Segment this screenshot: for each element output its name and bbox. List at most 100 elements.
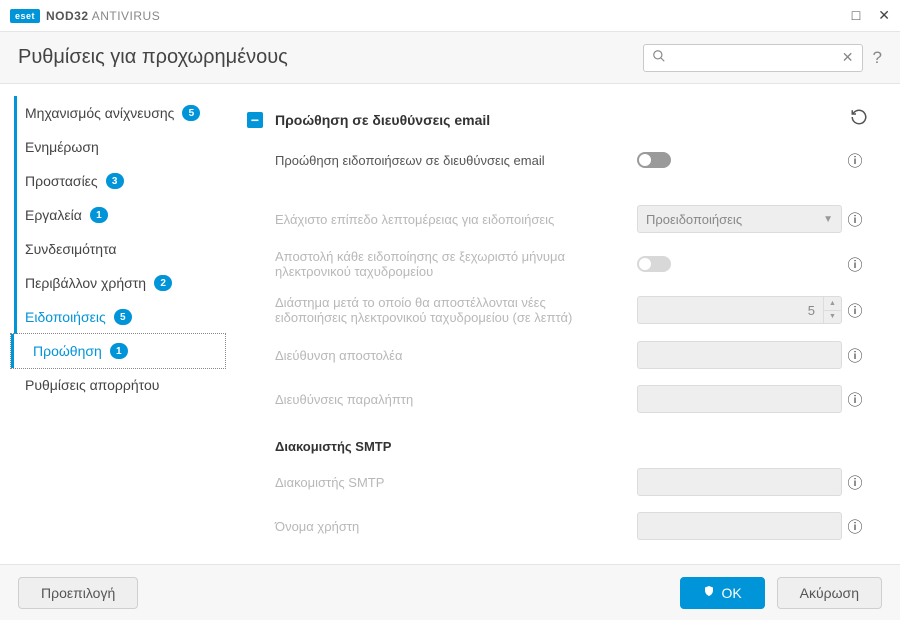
row-smtp-password: Κωδικός πρόσβασης ⓘ — [239, 548, 876, 553]
sidebar-item-connectivity[interactable]: Συνδεσιμότητα — [14, 232, 225, 266]
info-icon[interactable]: ⓘ — [842, 254, 868, 275]
brand-badge: eset — [10, 9, 40, 23]
ok-button[interactable]: OK — [680, 577, 764, 609]
row-smtp-server: Διακομιστής SMTP ⓘ — [239, 460, 876, 504]
search-icon — [652, 49, 666, 66]
sidebar-item-label: Περιβάλλον χρήστη — [25, 275, 146, 291]
sidebar-item-ui[interactable]: Περιβάλλον χρήστη 2 — [14, 266, 225, 300]
row-control — [637, 256, 842, 272]
sidebar-item-label: Προστασίες — [25, 173, 98, 189]
sidebar-item-label: Μηχανισμός ανίχνευσης — [25, 105, 174, 121]
sidebar-item-forwarding[interactable]: Προώθηση 1 — [11, 334, 225, 368]
sidebar: Μηχανισμός ανίχνευσης 5 Ενημέρωση Προστα… — [0, 84, 225, 564]
spinner-up-icon[interactable]: ▲ — [824, 297, 841, 311]
info-icon[interactable]: ⓘ — [842, 209, 868, 230]
input-smtp-server — [637, 468, 842, 496]
sidebar-item-update[interactable]: Ενημέρωση — [14, 130, 225, 164]
section-header: − Προώθηση σε διευθύνσεις email — [239, 98, 876, 141]
maximize-icon[interactable]: □ — [852, 7, 860, 24]
input-recipient-address — [637, 385, 842, 413]
footer-right: OK Ακύρωση — [680, 577, 882, 609]
input-sender-address — [637, 341, 842, 369]
close-icon[interactable]: ✕ — [878, 7, 890, 24]
revert-icon[interactable] — [850, 108, 868, 131]
row-control: ▲ ▼ — [637, 296, 842, 324]
sidebar-badge: 1 — [90, 207, 108, 223]
row-control: Προειδοποιήσεις ▼ — [637, 205, 842, 233]
toggle-send-separate — [637, 256, 671, 272]
clear-search-icon[interactable]: ✕ — [842, 49, 854, 66]
page-title: Ρυθμίσεις για προχωρημένους — [18, 46, 288, 69]
window-controls: □ ✕ — [852, 7, 890, 24]
shield-icon — [703, 585, 715, 600]
sidebar-item-privacy[interactable]: Ρυθμίσεις απορρήτου — [14, 368, 225, 402]
row-sender-addr: Διεύθυνση αποστολέα ⓘ — [239, 333, 876, 377]
body: Μηχανισμός ανίχνευσης 5 Ενημέρωση Προστα… — [0, 84, 900, 564]
footer: Προεπιλογή OK Ακύρωση — [0, 564, 900, 620]
search-input[interactable] — [666, 50, 842, 65]
info-icon[interactable]: ⓘ — [842, 516, 868, 537]
spinner-input — [638, 303, 823, 318]
info-icon[interactable]: ⓘ — [842, 472, 868, 493]
row-label: Ελάχιστο επίπεδο λεπτομέρειας για ειδοπο… — [275, 212, 637, 227]
row-min-verbosity: Ελάχιστο επίπεδο λεπτομέρειας για ειδοπο… — [239, 197, 876, 241]
row-control — [637, 468, 842, 496]
row-control — [637, 341, 842, 369]
row-label: Διευθύνσεις παραλήπτη — [275, 392, 637, 407]
sidebar-item-label: Ενημέρωση — [25, 139, 99, 155]
toggle-forward-enable[interactable] — [637, 152, 671, 168]
search-wrap: ✕ ? — [643, 44, 882, 72]
sidebar-item-protections[interactable]: Προστασίες 3 — [14, 164, 225, 198]
row-control — [637, 152, 842, 168]
sidebar-badge: 5 — [182, 105, 200, 121]
row-control — [637, 385, 842, 413]
ok-label: OK — [721, 585, 741, 601]
input-smtp-username — [637, 512, 842, 540]
sidebar-item-tools[interactable]: Εργαλεία 1 — [14, 198, 225, 232]
help-icon[interactable]: ? — [873, 48, 882, 68]
sidebar-item-notifications[interactable]: Ειδοποιήσεις 5 — [14, 300, 225, 334]
sidebar-item-label: Συνδεσιμότητα — [25, 241, 117, 257]
sidebar-badge: 1 — [110, 343, 128, 359]
search-box[interactable]: ✕ — [643, 44, 863, 72]
brand-text: NOD32 ANTIVIRUS — [46, 9, 160, 23]
default-button[interactable]: Προεπιλογή — [18, 577, 138, 609]
brand-name2: ANTIVIRUS — [92, 9, 161, 23]
select-verbosity[interactable]: Προειδοποιήσεις ▼ — [637, 205, 842, 233]
chevron-down-icon: ▼ — [823, 214, 833, 225]
row-interval: Διάστημα μετά το οποίο θα αποστέλλονται … — [239, 287, 876, 333]
row-label: Διεύθυνση αποστολέα — [275, 348, 637, 363]
cancel-button[interactable]: Ακύρωση — [777, 577, 882, 609]
content-area: − Προώθηση σε διευθύνσεις email Προώθηση… — [225, 84, 900, 564]
sidebar-item-label: Ρυθμίσεις απορρήτου — [25, 377, 159, 393]
spinner-interval[interactable]: ▲ ▼ — [637, 296, 842, 324]
row-label: Προώθηση ειδοποιήσεων σε διευθύνσεις ema… — [275, 153, 637, 168]
info-icon[interactable]: ⓘ — [842, 345, 868, 366]
info-icon[interactable]: ⓘ — [842, 150, 868, 171]
sidebar-badge: 5 — [114, 309, 132, 325]
row-label: Διακομιστής SMTP — [275, 475, 637, 490]
info-icon[interactable]: ⓘ — [842, 300, 868, 321]
sidebar-badge: 3 — [106, 173, 124, 189]
brand-name1: NOD32 — [46, 9, 89, 23]
spinner-down-icon[interactable]: ▼ — [824, 311, 841, 324]
titlebar: eset NOD32 ANTIVIRUS □ ✕ — [0, 0, 900, 32]
section-title: Προώθηση σε διευθύνσεις email — [275, 112, 850, 128]
row-smtp-username: Όνομα χρήστη ⓘ — [239, 504, 876, 548]
info-icon[interactable]: ⓘ — [842, 389, 868, 410]
row-control — [637, 512, 842, 540]
row-recipient-addr: Διευθύνσεις παραλήπτη ⓘ — [239, 377, 876, 421]
row-forward-enable: Προώθηση ειδοποιήσεων σε διευθύνσεις ema… — [239, 141, 876, 179]
row-send-separate: Αποστολή κάθε ειδοποίησης σε ξεχωριστό μ… — [239, 241, 876, 287]
header: Ρυθμίσεις για προχωρημένους ✕ ? — [0, 32, 900, 84]
select-value: Προειδοποιήσεις — [646, 212, 742, 227]
subsection-smtp: Διακομιστής SMTP — [239, 421, 876, 460]
row-label: Αποστολή κάθε ειδοποίησης σε ξεχωριστό μ… — [275, 249, 637, 279]
row-label: Όνομα χρήστη — [275, 519, 637, 534]
sidebar-item-label: Προώθηση — [33, 343, 102, 359]
row-label: Διάστημα μετά το οποίο θα αποστέλλονται … — [275, 295, 637, 325]
sidebar-item-detection[interactable]: Μηχανισμός ανίχνευσης 5 — [14, 96, 225, 130]
sidebar-item-label: Εργαλεία — [25, 207, 82, 223]
collapse-icon[interactable]: − — [247, 112, 263, 128]
settings-panel: − Προώθηση σε διευθύνσεις email Προώθηση… — [239, 98, 882, 553]
